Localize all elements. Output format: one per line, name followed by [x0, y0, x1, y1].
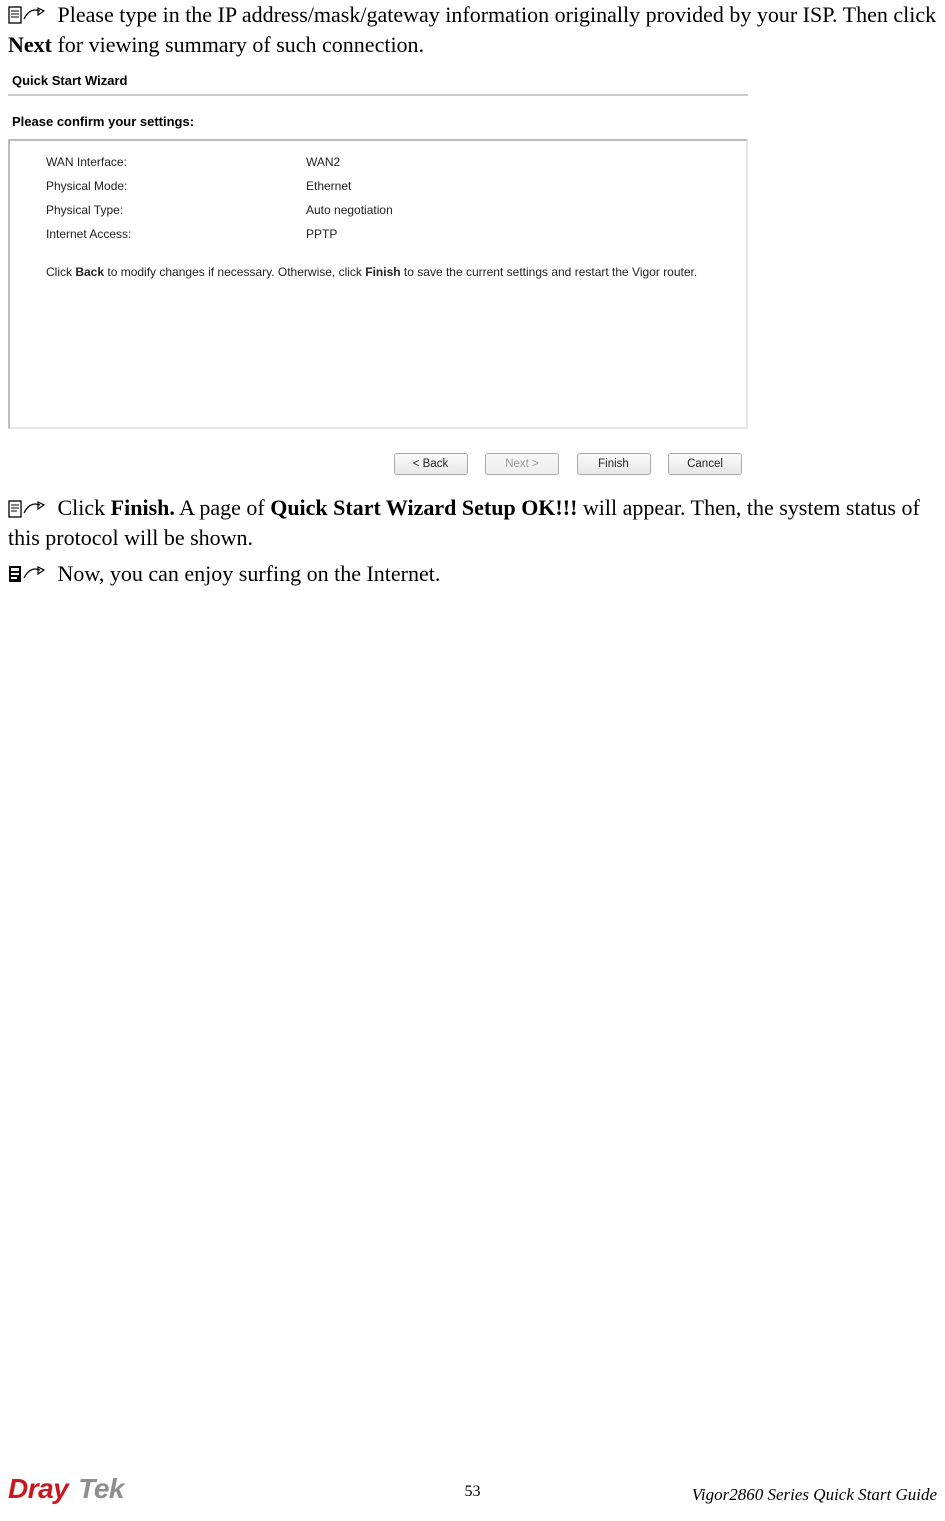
settings-label: Physical Mode:: [46, 179, 306, 193]
step-3: Please type in the IP address/mask/gatew…: [8, 0, 937, 59]
step-3-icon: [8, 0, 52, 26]
settings-row: WAN Interface: WAN2: [46, 155, 728, 169]
step-5-icon: [8, 559, 52, 585]
divider: [8, 94, 748, 96]
settings-row: Physical Type: Auto negotiation: [46, 203, 728, 217]
back-button[interactable]: < Back: [394, 453, 468, 475]
settings-label: Physical Type:: [46, 203, 306, 217]
step-5-text: Now, you can enjoy surfing on the Intern…: [58, 561, 441, 586]
settings-row: Physical Mode: Ethernet: [46, 179, 728, 193]
settings-label: Internet Access:: [46, 227, 306, 241]
wizard-subtitle: Please confirm your settings:: [8, 114, 748, 129]
logo: DrayTek: [8, 1473, 124, 1505]
settings-value: WAN2: [306, 155, 728, 169]
wizard-screenshot: Quick Start Wizard Please confirm your s…: [8, 69, 748, 475]
page-footer: DrayTek 53 Vigor2860 Series Quick Start …: [8, 1473, 937, 1505]
step-4-icon: [8, 493, 52, 519]
wizard-button-row: < Back Next > Finish Cancel: [8, 429, 748, 475]
cancel-button[interactable]: Cancel: [668, 453, 742, 475]
step-4: Click Finish. A page of Quick Start Wiza…: [8, 493, 937, 552]
settings-value: PPTP: [306, 227, 728, 241]
settings-label: WAN Interface:: [46, 155, 306, 169]
settings-value: Ethernet: [306, 179, 728, 193]
wizard-panel: WAN Interface: WAN2 Physical Mode: Ether…: [8, 139, 748, 429]
step-4-text: Click Finish. A page of Quick Start Wiza…: [8, 495, 920, 550]
doc-title: Vigor2860 Series Quick Start Guide: [692, 1485, 937, 1505]
wizard-note: Click Back to modify changes if necessar…: [46, 263, 728, 281]
page-number: 53: [465, 1483, 481, 1501]
step-5: Now, you can enjoy surfing on the Intern…: [8, 559, 937, 589]
settings-row: Internet Access: PPTP: [46, 227, 728, 241]
settings-value: Auto negotiation: [306, 203, 728, 217]
step-3-text: Please type in the IP address/mask/gatew…: [8, 2, 936, 57]
wizard-title: Quick Start Wizard: [8, 69, 748, 94]
finish-button[interactable]: Finish: [577, 453, 651, 475]
next-button: Next >: [485, 453, 559, 475]
